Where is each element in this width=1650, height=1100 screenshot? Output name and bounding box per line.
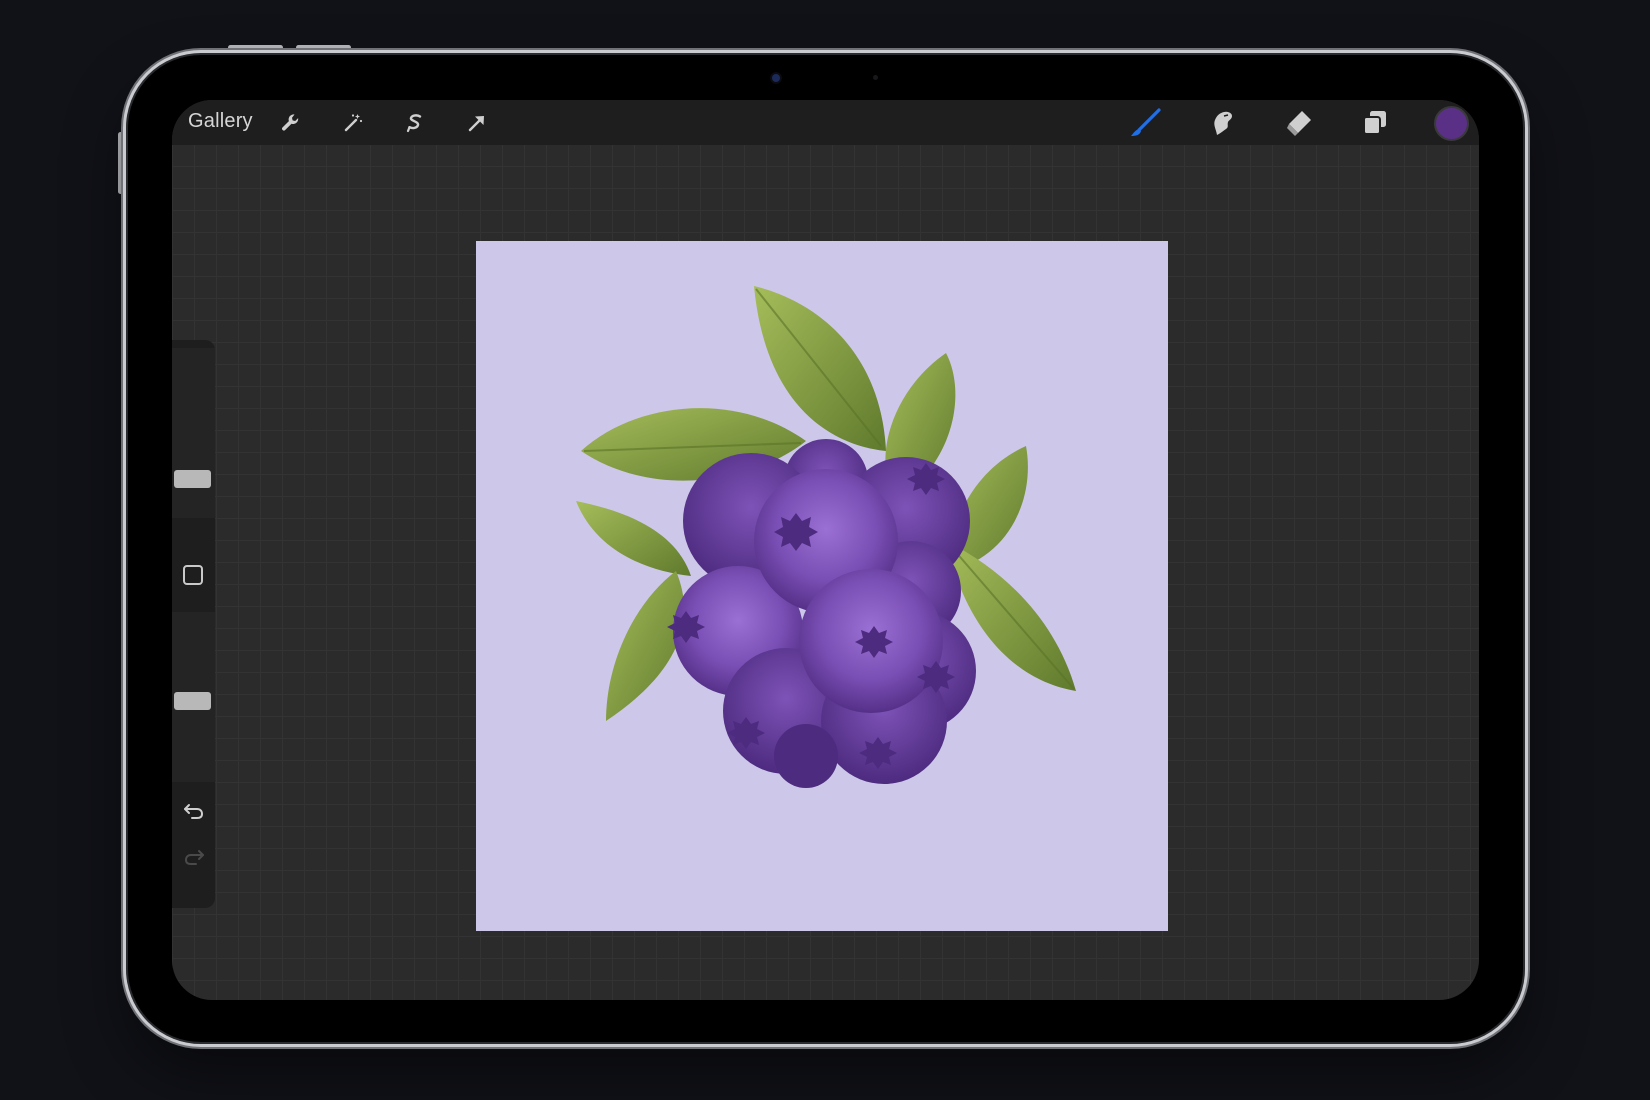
berries (673, 439, 976, 788)
blueberry-cluster-illustration (576, 286, 1076, 788)
top-toolbar: Gallery (172, 100, 1479, 145)
front-camera (772, 74, 780, 82)
selection-icon (406, 114, 422, 133)
brush-tool-button[interactable] (1129, 106, 1163, 140)
eraser-icon (1287, 111, 1311, 136)
procreate-screen: Gallery (172, 100, 1479, 1000)
wrench-icon (282, 114, 299, 131)
undo-button[interactable] (182, 800, 206, 822)
front-sensor (873, 75, 878, 80)
smudge-tool-button[interactable] (1205, 106, 1239, 140)
magic-wand-icon (344, 114, 363, 132)
redo-icon (184, 850, 204, 865)
app-stage: Gallery (0, 0, 1650, 1100)
adjustments-button[interactable] (336, 106, 370, 140)
actions-wrench-button[interactable] (274, 106, 308, 140)
transform-arrow-icon (468, 116, 484, 132)
transform-button[interactable] (460, 106, 494, 140)
modify-square-icon[interactable] (183, 565, 203, 585)
color-picker-swatch[interactable] (1434, 106, 1469, 141)
opacity-slider[interactable] (172, 612, 215, 782)
layers-button[interactable] (1358, 106, 1392, 140)
smudge-icon (1214, 111, 1232, 135)
undo-icon (184, 804, 204, 819)
selection-button[interactable] (398, 106, 432, 140)
opacity-handle[interactable] (174, 692, 211, 710)
eraser-tool-button[interactable] (1282, 106, 1316, 140)
brush-size-handle[interactable] (174, 470, 211, 488)
brush-icon (1131, 108, 1161, 136)
gallery-button[interactable]: Gallery (188, 110, 253, 133)
redo-button[interactable] (182, 846, 206, 868)
drawing-canvas[interactable] (476, 241, 1168, 931)
layers-icon (1363, 111, 1386, 135)
side-bar (172, 340, 215, 908)
brush-size-slider[interactable] (172, 348, 215, 518)
